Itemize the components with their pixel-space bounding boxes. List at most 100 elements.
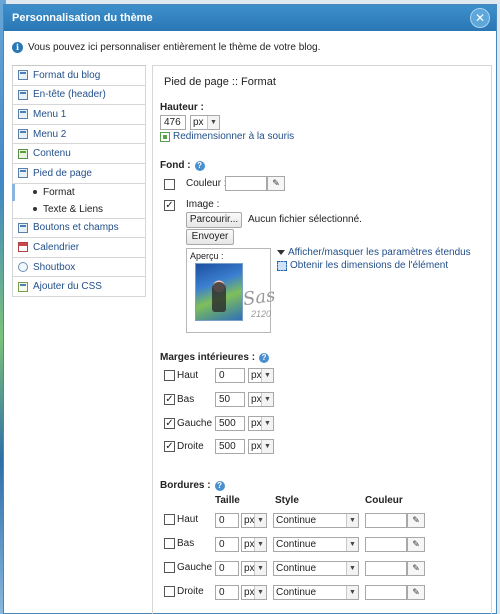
chevron-down-icon: ▼ [261,417,273,430]
hauteur-input[interactable]: 476 [160,115,186,130]
bordure-droite-checkbox[interactable] [164,586,175,597]
bordure-haut-unit-select[interactable]: px ▼ [241,513,267,528]
window-title: Personnalisation du thème [12,12,153,24]
chevron-down-icon: ▼ [261,369,273,382]
bordure-bas-checkbox[interactable] [164,538,175,549]
sidebar-item-shoutbox[interactable]: Shoutbox [12,257,146,278]
bullet-icon [33,190,37,195]
close-icon[interactable]: ✕ [470,8,490,28]
sidebar-item-label: Boutons et champs [33,222,119,234]
bordure-gauche-size-input[interactable]: 0 [215,561,239,576]
buttons-icon [18,222,28,233]
unit-value: px [244,587,255,598]
bordure-bas-unit-select[interactable]: px ▼ [241,537,267,552]
bordure-haut-label: Haut [177,514,199,525]
bordures-label-text: Bordures : [160,480,211,491]
sidebar-item-contenu[interactable]: Contenu [12,144,146,164]
resize-mouse-link[interactable]: Redimensionner à la souris [160,131,294,142]
sidebar-item-label: Menu 2 [33,128,67,140]
couleur-input[interactable] [225,176,267,191]
bordure-haut-color-input[interactable] [365,513,407,528]
marge-gauche-label: Gauche [177,418,213,429]
marge-haut-label: Haut [177,370,199,381]
footer-icon [18,168,28,179]
toggle-extended-label: Afficher/masquer les paramètres étendus [288,247,471,258]
get-dimensions-link[interactable]: Obtenir les dimensions de l'élément [277,260,448,271]
sidebar-item-calendrier[interactable]: Calendrier [12,238,146,258]
sidebar-subitem-format[interactable]: Format [12,183,146,201]
sidebar-item-label: Contenu [33,148,71,160]
sidebar-item-label: En-tête (header) [33,89,106,101]
bordure-bas-color-input[interactable] [365,537,407,552]
hauteur-label: Hauteur : [160,102,204,113]
marge-bas-checkbox[interactable]: ✓ [164,394,175,405]
bordure-haut-checkbox[interactable] [164,514,175,525]
menu-icon [18,129,28,140]
info-text: Vous pouvez ici personnaliser entièremen… [28,41,321,53]
marge-gauche-input[interactable]: 500 [215,416,245,431]
bordure-haut-style-select[interactable]: Continue ▼ [273,513,359,528]
fond-image-checkbox[interactable]: ✓ [164,200,175,211]
bullet-icon [33,207,37,212]
fond-couleur-checkbox[interactable] [164,179,175,190]
sidebar-item-boutons-champs[interactable]: Boutons et champs [12,218,146,239]
bordure-droite-unit-select[interactable]: px ▼ [241,585,267,600]
hauteur-unit-select[interactable]: px ▼ [190,115,220,130]
bordure-gauche-unit-select[interactable]: px ▼ [241,561,267,576]
marge-gauche-checkbox[interactable]: ✓ [164,418,175,429]
marge-gauche-unit-select[interactable]: px ▼ [248,416,274,431]
color-picker-icon[interactable]: ✎ [407,561,425,576]
marge-haut-input[interactable]: 0 [215,368,245,383]
help-icon[interactable]: ? [214,480,225,491]
marge-droite-input[interactable]: 500 [215,439,245,454]
style-value: Continue [276,563,317,574]
marge-haut-checkbox[interactable] [164,370,175,381]
sidebar-item-menu-1[interactable]: Menu 1 [12,105,146,125]
unit-value: px [251,418,262,429]
color-picker-icon[interactable]: ✎ [407,585,425,600]
bordures-label: Bordures : ? [160,480,225,491]
sidebar-item-pied-de-page[interactable]: Pied de page [12,163,146,184]
bordure-droite-size-input[interactable]: 0 [215,585,239,600]
unit-value: px [251,394,262,405]
bordure-gauche-label: Gauche [177,562,213,573]
fond-label: Fond : ? [160,160,205,171]
marge-droite-checkbox[interactable]: ✓ [164,441,175,452]
color-picker-icon[interactable]: ✎ [407,513,425,528]
marge-bas-input[interactable]: 50 [215,392,245,407]
header-icon [18,89,28,100]
sidebar-item-format-blog[interactable]: Format du blog [12,66,146,86]
send-button[interactable]: Envoyer [186,229,234,245]
color-picker-icon[interactable]: ✎ [407,537,425,552]
bordure-bas-size-input[interactable]: 0 [215,537,239,552]
help-icon[interactable]: ? [194,160,205,171]
marges-label-text: Marges intérieures : [160,352,256,363]
sidebar-item-menu-2[interactable]: Menu 2 [12,124,146,145]
bordure-bas-style-select[interactable]: Continue ▼ [273,537,359,552]
signature-watermark: Sas [241,284,277,311]
help-icon[interactable]: ? [259,352,270,363]
bordure-gauche-style-select[interactable]: Continue ▼ [273,561,359,576]
bordure-gauche-checkbox[interactable] [164,562,175,573]
marge-bas-unit-select[interactable]: px ▼ [248,392,274,407]
toggle-extended-params-link[interactable]: Afficher/masquer les paramètres étendus [277,247,471,258]
unit-value: px [244,515,255,526]
bordure-haut-size-input[interactable]: 0 [215,513,239,528]
css-icon [18,281,28,292]
sidebar-subitem-texte-liens[interactable]: Texte & Liens [12,200,146,218]
marge-haut-unit-select[interactable]: px ▼ [248,368,274,383]
browse-button[interactable]: Parcourir... [186,212,242,228]
sidebar: Format du blog En-tête (header) Menu 1 M… [12,65,146,614]
bordure-gauche-color-input[interactable] [365,561,407,576]
marge-droite-unit-select[interactable]: px ▼ [248,439,274,454]
triangle-down-icon [277,250,285,255]
unit-value: px [251,441,262,452]
layout-icon [18,70,28,81]
bordure-droite-style-select[interactable]: Continue ▼ [273,585,359,600]
bordure-droite-color-input[interactable] [365,585,407,600]
sidebar-item-header[interactable]: En-tête (header) [12,85,146,106]
chevron-down-icon: ▼ [261,440,273,453]
color-picker-icon[interactable]: ✎ [267,176,285,191]
sidebar-item-label: Ajouter du CSS [33,281,102,293]
sidebar-item-ajouter-css[interactable]: Ajouter du CSS [12,277,146,297]
